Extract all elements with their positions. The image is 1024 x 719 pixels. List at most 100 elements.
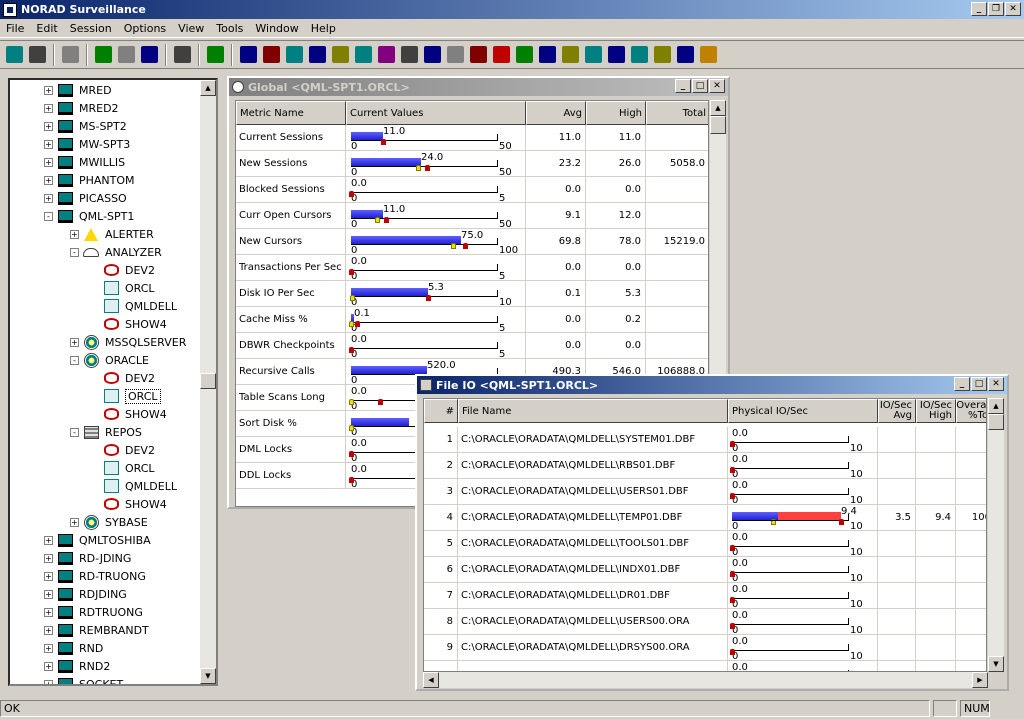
toolbar-button-12[interactable] <box>306 43 329 66</box>
fileio-hscrollbar[interactable]: ◀ ▶ <box>423 672 988 688</box>
scroll-down-icon[interactable]: ▼ <box>988 656 1004 672</box>
tree-item[interactable]: + RDJDING <box>44 585 127 603</box>
tree-item[interactable]: QMLDELL <box>90 297 177 315</box>
expand-icon[interactable]: + <box>44 121 53 131</box>
fileio-minimize-button[interactable]: _ <box>954 377 970 391</box>
tree-item[interactable]: - ORACLE <box>70 351 149 369</box>
tree-item[interactable]: QMLDELL <box>90 477 177 495</box>
expand-icon[interactable]: + <box>70 517 79 527</box>
tree-item[interactable]: ORCL <box>90 459 155 477</box>
expand-icon[interactable]: + <box>44 103 53 113</box>
column-header[interactable]: Overall %Tot <box>956 399 986 423</box>
menu-window[interactable]: Window <box>249 22 304 35</box>
scroll-right-icon[interactable]: ▶ <box>972 672 988 688</box>
toolbar-button-28[interactable] <box>674 43 697 66</box>
tree-item[interactable]: + ALERTER <box>70 225 154 243</box>
toolbar-button-9[interactable] <box>237 43 260 66</box>
close-button[interactable]: ✕ <box>1005 2 1021 16</box>
collapse-icon[interactable]: - <box>70 427 79 437</box>
scroll-up-icon[interactable]: ▲ <box>988 398 1004 414</box>
expand-icon[interactable]: + <box>70 229 79 239</box>
toolbar-button-19[interactable] <box>467 43 490 66</box>
toolbar-button-23[interactable] <box>559 43 582 66</box>
expand-icon[interactable]: + <box>44 85 53 95</box>
column-header[interactable]: High <box>586 101 646 125</box>
toolbar-button-25[interactable] <box>605 43 628 66</box>
expand-icon[interactable]: + <box>44 175 53 185</box>
scroll-up-icon[interactable]: ▲ <box>710 100 726 116</box>
tree-item[interactable]: + REMBRANDT <box>44 621 149 639</box>
tree-item[interactable]: + MWILLIS <box>44 153 125 171</box>
tree-item[interactable]: + MS-SPT2 <box>44 117 127 135</box>
toolbar-button-4[interactable] <box>92 43 115 66</box>
tree-item[interactable]: DEV2 <box>90 261 155 279</box>
collapse-icon[interactable]: - <box>44 211 53 221</box>
tree-item[interactable]: + PICASSO <box>44 189 127 207</box>
tree-item[interactable]: SHOW4 <box>90 315 167 333</box>
tree-item[interactable]: + SYBASE <box>70 513 148 531</box>
tree-item[interactable]: + RND2 <box>44 657 110 675</box>
server-tree[interactable]: ▲ ▼ + MRED + MRED2 + MS-SPT2 + MW-SPT3 + MWILLIS +… <box>8 78 218 686</box>
tree-item[interactable]: + MRED <box>44 81 112 99</box>
toolbar-button-14[interactable] <box>352 43 375 66</box>
tree-item[interactable]: SHOW4 <box>90 495 167 513</box>
tree-scrollbar[interactable]: ▲ ▼ <box>200 80 216 684</box>
expand-icon[interactable]: + <box>44 157 53 167</box>
tree-item[interactable]: - ANALYZER <box>70 243 162 261</box>
tree-item[interactable]: + MRED2 <box>44 99 119 117</box>
expand-icon[interactable]: + <box>44 643 53 653</box>
toolbar-button-3[interactable] <box>59 43 82 66</box>
toolbar-button-24[interactable] <box>582 43 605 66</box>
toolbar-button-2[interactable] <box>26 43 49 66</box>
menu-view[interactable]: View <box>172 22 210 35</box>
toolbar-button-13[interactable] <box>329 43 352 66</box>
toolbar-button-8[interactable] <box>204 43 227 66</box>
toolbar-button-11[interactable] <box>283 43 306 66</box>
fileio-vscrollbar[interactable]: ▲ ▼ <box>988 398 1004 672</box>
tree-item[interactable]: + RD-JDING <box>44 549 131 567</box>
menu-edit[interactable]: Edit <box>30 22 63 35</box>
expand-icon[interactable]: + <box>44 193 53 203</box>
fileio-close-button[interactable]: ✕ <box>988 377 1004 391</box>
toolbar-button-16[interactable] <box>398 43 421 66</box>
fileio-titlebar[interactable]: File IO <QML-SPT1.ORCL> _ □ ✕ <box>417 376 1007 394</box>
tree-item[interactable]: - REPOS <box>70 423 142 441</box>
menu-help[interactable]: Help <box>305 22 342 35</box>
toolbar-button-29[interactable] <box>697 43 720 66</box>
restore-button[interactable]: ❐ <box>988 2 1004 16</box>
toolbar-button-6[interactable] <box>138 43 161 66</box>
column-header[interactable]: Current Values <box>346 101 526 125</box>
collapse-icon[interactable]: - <box>70 247 79 257</box>
fileio-maximize-button[interactable]: □ <box>971 377 987 391</box>
scroll-thumb[interactable] <box>988 414 1004 430</box>
column-header[interactable]: IO/Sec High <box>916 399 956 423</box>
scroll-thumb[interactable] <box>200 373 216 389</box>
menu-file[interactable]: File <box>0 22 30 35</box>
expand-icon[interactable]: + <box>44 679 53 684</box>
expand-icon[interactable]: + <box>44 589 53 599</box>
toolbar-button-15[interactable] <box>375 43 398 66</box>
toolbar-button-18[interactable] <box>444 43 467 66</box>
tree-item[interactable]: + MW-SPT3 <box>44 135 130 153</box>
toolbar-button-26[interactable] <box>628 43 651 66</box>
tree-item[interactable]: + PHANTOM <box>44 171 135 189</box>
column-header[interactable]: Total <box>646 101 708 125</box>
scroll-thumb[interactable] <box>710 116 726 134</box>
expand-icon[interactable]: + <box>44 625 53 635</box>
tree-item[interactable]: DEV2 <box>90 441 155 459</box>
tree-item[interactable]: + RD-TRUONG <box>44 567 146 585</box>
tree-item[interactable]: + RND <box>44 639 103 657</box>
global-minimize-button[interactable]: _ <box>675 79 691 93</box>
toolbar-button-10[interactable] <box>260 43 283 66</box>
tree-item[interactable]: DEV2 <box>90 369 155 387</box>
toolbar-button-5[interactable] <box>115 43 138 66</box>
scroll-left-icon[interactable]: ◀ <box>423 672 439 688</box>
global-maximize-button[interactable]: □ <box>692 79 708 93</box>
column-header[interactable]: File Name <box>458 399 728 423</box>
expand-icon[interactable]: + <box>44 535 53 545</box>
column-header[interactable]: Avg <box>526 101 586 125</box>
toolbar-button-1[interactable] <box>3 43 26 66</box>
toolbar-button-21[interactable] <box>513 43 536 66</box>
scroll-up-icon[interactable]: ▲ <box>200 80 216 96</box>
tree-item[interactable]: + QMLTOSHIBA <box>44 531 151 549</box>
